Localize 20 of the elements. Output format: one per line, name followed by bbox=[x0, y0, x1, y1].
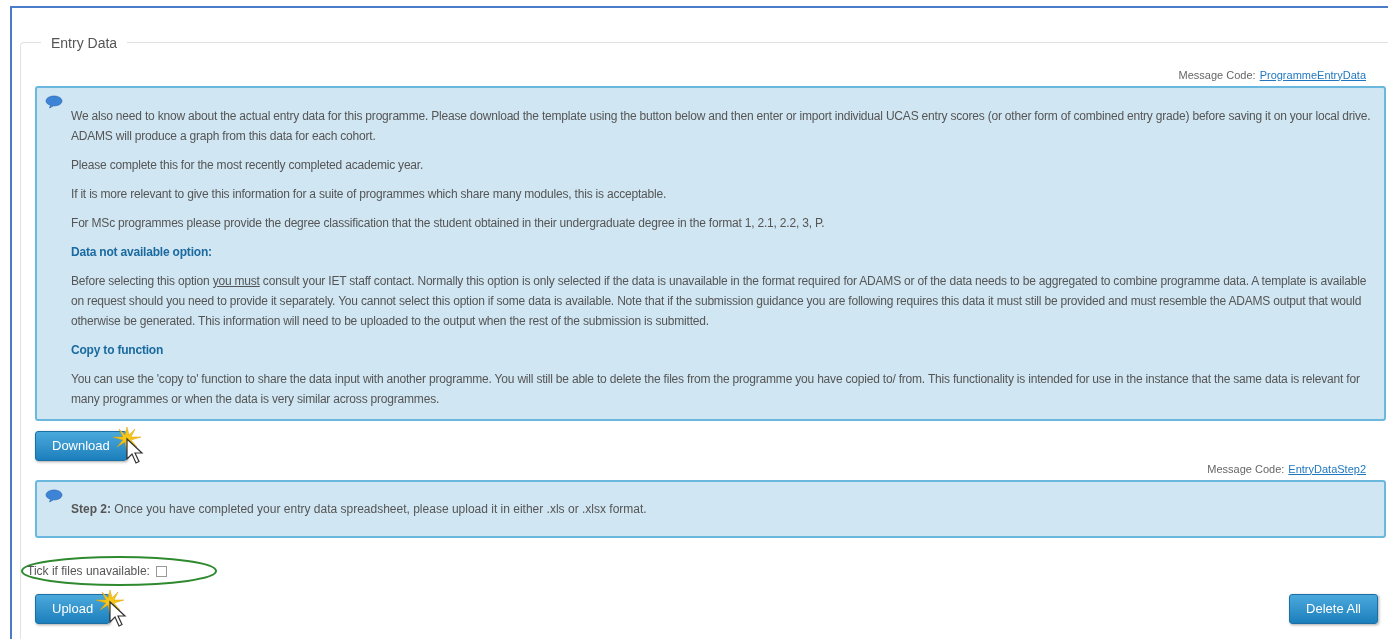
info-paragraph: If it is more relevant to give this information for a suite of programmes which share many modules, this is acceptable. bbox=[71, 186, 668, 203]
files-unavailable-checkbox[interactable] bbox=[155, 565, 167, 577]
delete-all-button[interactable]: Delete All bbox=[1289, 594, 1378, 624]
section-heading: Copy to function bbox=[71, 342, 165, 359]
info-paragraph: Before selecting this option you must consult your IET staff contact. Normally this option is only selected if the data is unavailable in the format required for ADAMS or of the data needs to be aggregated to combine programme data. A template is available on request should you need to provide it separately. You cannot select this option if some data is available. Note that if the submission guidance you are following requires this data it must still be provided and must resemble the ADAMS output that would otherwise be generated. This information will need to be uploaded to the output when the rest of the submission is submitted. bbox=[71, 273, 1368, 330]
section-heading: Data not available option: bbox=[71, 244, 213, 261]
speech-bubble-icon bbox=[45, 489, 63, 503]
info-paragraph: You can use the 'copy to' function to share the data input with another programme. You will still be able to delete the files from the programme you have copied to/ from. This functionality is intended for use in the instance that the same data is relevant for many programmes or when the data is very similar across programmes. bbox=[71, 371, 1361, 408]
info-paragraph: We also need to know about the actual entry data for this programme. Please download the template using the button below and then enter or import individual UCAS entry scores (or other form of combined entry grade) before saving it on your local drive. ADAMS will produce a graph from this data for each cohort. bbox=[71, 108, 1372, 145]
checkbox-label: Tick if files unavailable: bbox=[27, 563, 150, 580]
message-code-link[interactable]: ProgrammeEntryData bbox=[1259, 66, 1366, 83]
upload-button[interactable]: Upload bbox=[35, 594, 111, 624]
message-code-label: Message Code: bbox=[1207, 461, 1285, 477]
info-paragraph: Please complete this for the most recently completed academic year. bbox=[71, 157, 425, 174]
message-code-label: Message Code: bbox=[1178, 67, 1256, 83]
step-instruction: Step 2: Once you have completed your entry data spreadsheet, please upload it in either .xls or .xlsx format. bbox=[71, 501, 647, 518]
download-button[interactable]: Download bbox=[35, 431, 127, 461]
info-paragraph: For MSc programmes please provide the degree classification that the student obtained in their undergraduate degree in the format 1, 2.1, 2.2, 3, P. bbox=[71, 215, 826, 232]
message-code-link[interactable]: EntryDataStep2 bbox=[1288, 460, 1366, 477]
speech-bubble-icon bbox=[45, 95, 63, 109]
